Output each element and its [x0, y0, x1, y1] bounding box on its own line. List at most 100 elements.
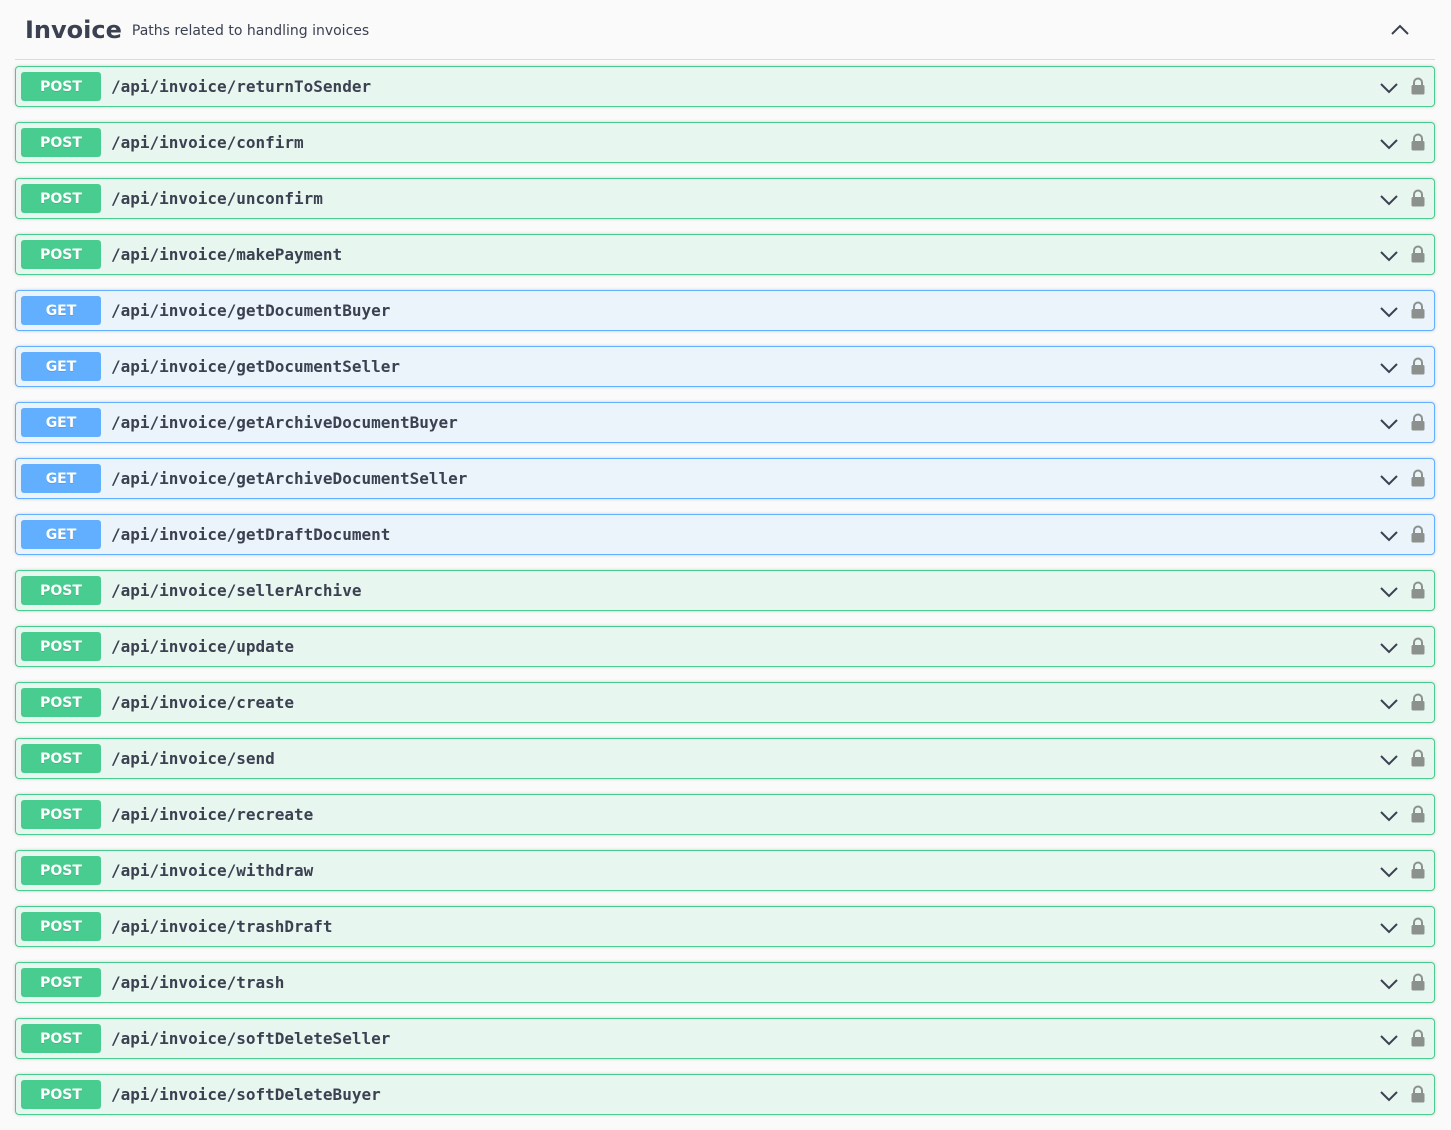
lock-icon[interactable]	[1409, 132, 1427, 152]
chevron-down-icon[interactable]	[1379, 638, 1399, 658]
operation-row-confirm[interactable]: POST /api/invoice/confirm	[15, 122, 1435, 163]
lock-icon[interactable]	[1409, 412, 1427, 432]
method-badge: POST	[21, 688, 101, 717]
method-badge: POST	[21, 632, 101, 661]
chevron-down-icon[interactable]	[1379, 358, 1399, 378]
tag-title: Invoice	[25, 15, 122, 44]
chevron-down-icon[interactable]	[1379, 918, 1399, 938]
operation-row-getDraftDocument[interactable]: GET /api/invoice/getDraftDocument	[15, 514, 1435, 555]
lock-icon[interactable]	[1409, 692, 1427, 712]
operation-row-getDocumentBuyer[interactable]: GET /api/invoice/getDocumentBuyer	[15, 290, 1435, 331]
lock-icon[interactable]	[1409, 524, 1427, 544]
lock-icon[interactable]	[1409, 468, 1427, 488]
operation-row-softDeleteSeller[interactable]: POST /api/invoice/softDeleteSeller	[15, 1018, 1435, 1059]
chevron-up-icon[interactable]	[1387, 17, 1413, 43]
operation-row-withdraw[interactable]: POST /api/invoice/withdraw	[15, 850, 1435, 891]
operation-path: /api/invoice/getDraftDocument	[111, 525, 391, 544]
operation-row-getArchiveDocumentBuyer[interactable]: GET /api/invoice/getArchiveDocumentBuyer	[15, 402, 1435, 443]
operation-path: /api/invoice/softDeleteBuyer	[111, 1085, 381, 1104]
operation-row-returnToSender[interactable]: POST /api/invoice/returnToSender	[15, 66, 1435, 107]
chevron-down-icon[interactable]	[1379, 974, 1399, 994]
operation-path: /api/invoice/getArchiveDocumentSeller	[111, 469, 468, 488]
operation-row-recreate[interactable]: POST /api/invoice/recreate	[15, 794, 1435, 835]
operation-path: /api/invoice/send	[111, 749, 275, 768]
operation-path: /api/invoice/getArchiveDocumentBuyer	[111, 413, 458, 432]
operation-path: /api/invoice/returnToSender	[111, 77, 372, 96]
chevron-down-icon[interactable]	[1379, 750, 1399, 770]
chevron-down-icon[interactable]	[1379, 806, 1399, 826]
method-badge: POST	[21, 240, 101, 269]
method-badge: POST	[21, 1080, 101, 1109]
lock-icon[interactable]	[1409, 356, 1427, 376]
operation-row-trash[interactable]: POST /api/invoice/trash	[15, 962, 1435, 1003]
operation-row-create[interactable]: POST /api/invoice/create	[15, 682, 1435, 723]
operation-path: /api/invoice/update	[111, 637, 295, 656]
chevron-down-icon[interactable]	[1379, 414, 1399, 434]
lock-icon[interactable]	[1409, 188, 1427, 208]
operation-path: /api/invoice/recreate	[111, 805, 314, 824]
operation-row-trashDraft[interactable]: POST /api/invoice/trashDraft	[15, 906, 1435, 947]
chevron-down-icon[interactable]	[1379, 190, 1399, 210]
method-badge: POST	[21, 72, 101, 101]
method-badge: POST	[21, 744, 101, 773]
lock-icon[interactable]	[1409, 76, 1427, 96]
chevron-down-icon[interactable]	[1379, 694, 1399, 714]
lock-icon[interactable]	[1409, 860, 1427, 880]
lock-icon[interactable]	[1409, 636, 1427, 656]
operation-row-update[interactable]: POST /api/invoice/update	[15, 626, 1435, 667]
method-badge: GET	[21, 352, 101, 381]
method-badge: POST	[21, 128, 101, 157]
method-badge: POST	[21, 800, 101, 829]
operation-row-send[interactable]: POST /api/invoice/send	[15, 738, 1435, 779]
operation-row-unconfirm[interactable]: POST /api/invoice/unconfirm	[15, 178, 1435, 219]
tag-description: Paths related to handling invoices	[131, 23, 370, 39]
operation-path: /api/invoice/makePayment	[111, 245, 343, 264]
method-badge: POST	[21, 912, 101, 941]
operation-path: /api/invoice/confirm	[111, 133, 304, 152]
operation-path: /api/invoice/unconfirm	[111, 189, 323, 208]
lock-icon[interactable]	[1409, 916, 1427, 936]
chevron-down-icon[interactable]	[1379, 302, 1399, 322]
chevron-down-icon[interactable]	[1379, 582, 1399, 602]
lock-icon[interactable]	[1409, 748, 1427, 768]
invoice-tag-section: Invoice Paths related to handling invoic…	[15, 0, 1435, 1130]
lock-icon[interactable]	[1409, 300, 1427, 320]
chevron-down-icon[interactable]	[1379, 78, 1399, 98]
tag-header[interactable]: Invoice Paths related to handling invoic…	[15, 0, 1435, 60]
operation-path: /api/invoice/getDocumentBuyer	[111, 301, 391, 320]
chevron-down-icon[interactable]	[1379, 862, 1399, 882]
chevron-down-icon[interactable]	[1379, 1030, 1399, 1050]
method-badge: POST	[21, 856, 101, 885]
operation-row-getDocumentSeller[interactable]: GET /api/invoice/getDocumentSeller	[15, 346, 1435, 387]
chevron-down-icon[interactable]	[1379, 470, 1399, 490]
method-badge: GET	[21, 408, 101, 437]
lock-icon[interactable]	[1409, 244, 1427, 264]
method-badge: POST	[21, 1024, 101, 1053]
operation-path: /api/invoice/softDeleteSeller	[111, 1029, 391, 1048]
operations-list: POST /api/invoice/returnToSender POST /a…	[15, 66, 1435, 1115]
operation-row-getArchiveDocumentSeller[interactable]: GET /api/invoice/getArchiveDocumentSelle…	[15, 458, 1435, 499]
method-badge: GET	[21, 296, 101, 325]
chevron-down-icon[interactable]	[1379, 134, 1399, 154]
operation-path: /api/invoice/getDocumentSeller	[111, 357, 400, 376]
operation-path: /api/invoice/trashDraft	[111, 917, 333, 936]
method-badge: POST	[21, 184, 101, 213]
method-badge: GET	[21, 464, 101, 493]
operation-path: /api/invoice/trash	[111, 973, 285, 992]
chevron-down-icon[interactable]	[1379, 246, 1399, 266]
chevron-down-icon[interactable]	[1379, 1086, 1399, 1106]
lock-icon[interactable]	[1409, 1084, 1427, 1104]
operation-row-makePayment[interactable]: POST /api/invoice/makePayment	[15, 234, 1435, 275]
method-badge: GET	[21, 520, 101, 549]
lock-icon[interactable]	[1409, 804, 1427, 824]
lock-icon[interactable]	[1409, 1028, 1427, 1048]
method-badge: POST	[21, 968, 101, 997]
lock-icon[interactable]	[1409, 972, 1427, 992]
operation-row-softDeleteBuyer[interactable]: POST /api/invoice/softDeleteBuyer	[15, 1074, 1435, 1115]
method-badge: POST	[21, 576, 101, 605]
lock-icon[interactable]	[1409, 580, 1427, 600]
operation-path: /api/invoice/sellerArchive	[111, 581, 362, 600]
chevron-down-icon[interactable]	[1379, 526, 1399, 546]
operation-path: /api/invoice/withdraw	[111, 861, 314, 880]
operation-row-sellerArchive[interactable]: POST /api/invoice/sellerArchive	[15, 570, 1435, 611]
